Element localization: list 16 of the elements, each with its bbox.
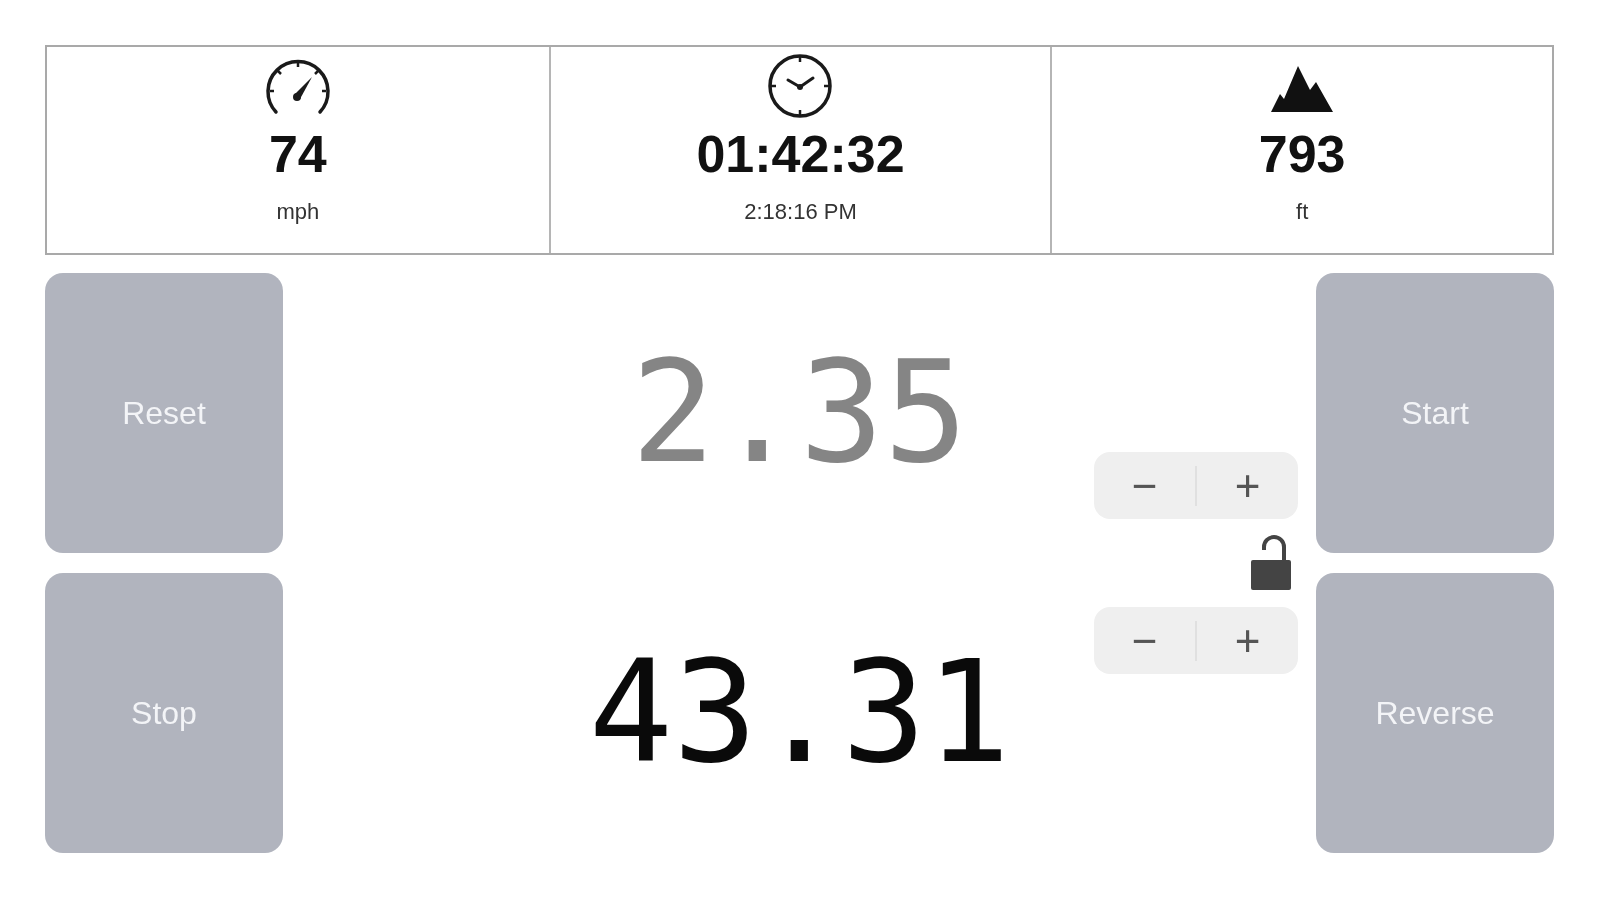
stat-value: 74 [268,126,327,182]
stat-unit: mph [276,198,320,226]
readout-number: 2.35 [630,343,969,483]
stat-unit: 2:18:16 PM [744,198,857,226]
stat-unit: ft [1296,198,1309,226]
decrement-button[interactable]: − [1094,452,1195,519]
clock-icon [767,53,834,119]
readout-number: 43.31 [588,643,1011,783]
mountain-icon [1271,66,1334,112]
stat-value: 793 [1258,126,1346,182]
stat-value: 01:42:32 [696,126,905,182]
speedometer-icon [263,58,332,116]
increment-button[interactable]: + [1197,452,1298,519]
decrement-button[interactable]: − [1094,607,1195,674]
increment-button[interactable]: + [1197,607,1298,674]
open-padlock-icon[interactable] [1251,535,1291,590]
